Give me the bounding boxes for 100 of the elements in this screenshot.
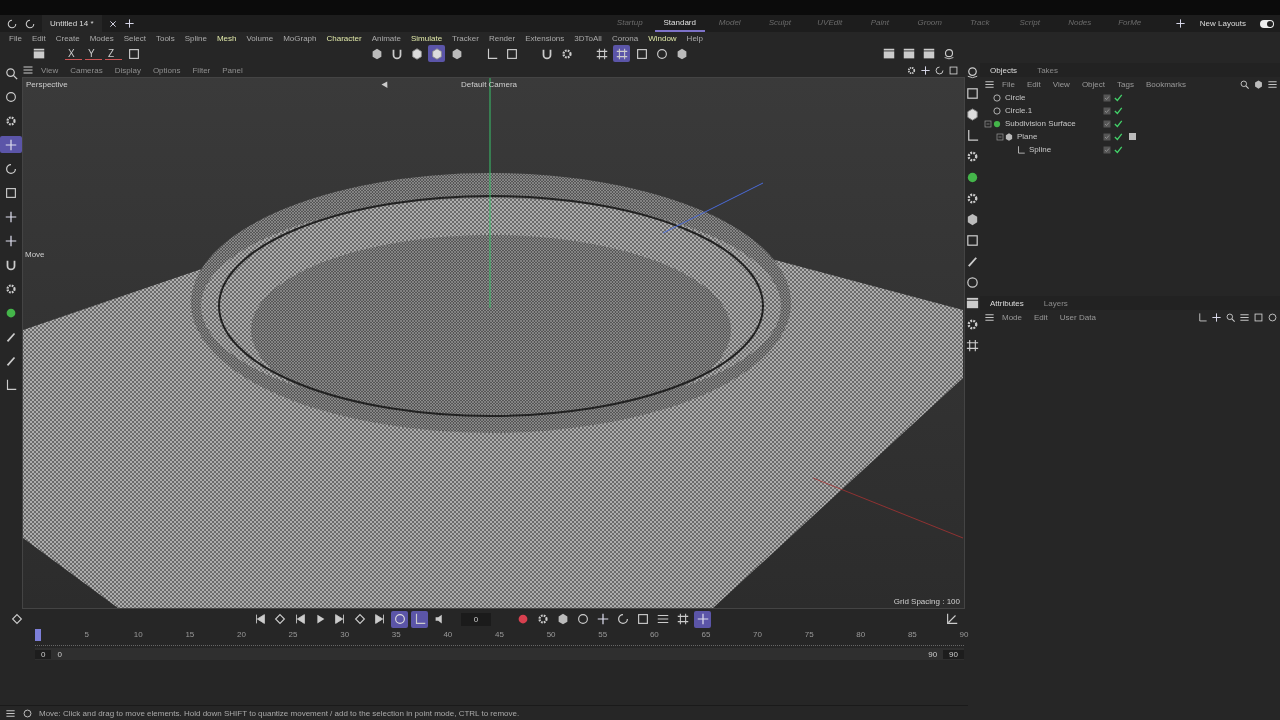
grid-icon[interactable] (965, 338, 980, 354)
timeline-graph-icon[interactable] (944, 612, 959, 627)
panel-tab[interactable]: Layers (1033, 298, 1078, 308)
menu-item[interactable]: File (997, 79, 1020, 89)
menu-item[interactable]: Help (681, 33, 709, 43)
frame-field[interactable]: 0 (461, 612, 491, 626)
model-mode-button[interactable] (428, 45, 445, 63)
document-tab[interactable]: Untitled 14 * (42, 15, 102, 33)
playhead-handle[interactable] (35, 629, 41, 642)
enabled-check-icon[interactable] (1113, 118, 1123, 129)
camera-label[interactable]: Default Camera (461, 80, 518, 90)
tree-item[interactable]: Spline (984, 143, 1280, 157)
plus-icon[interactable] (123, 18, 135, 30)
panel-tab[interactable]: Attributes (980, 298, 1034, 308)
select-tool-icon[interactable] (4, 89, 18, 104)
menu-item[interactable]: Render (483, 33, 521, 43)
menu-item[interactable]: Tracker (447, 33, 484, 43)
undo-icon[interactable] (6, 17, 18, 30)
menu-item[interactable]: Mode (997, 312, 1027, 322)
menu-icon[interactable] (984, 311, 995, 323)
rotate-tool-icon[interactable] (4, 161, 18, 176)
menu-item[interactable]: Corona (606, 33, 644, 43)
render-settings-icon[interactable] (921, 46, 936, 61)
menu-item[interactable]: Tags (1112, 79, 1139, 89)
menu-item[interactable]: Display (109, 65, 146, 75)
menu-item[interactable]: View (36, 65, 64, 75)
rotate-view-icon[interactable] (934, 64, 945, 76)
menu-item[interactable]: Edit (1029, 312, 1053, 322)
snap-button[interactable] (613, 45, 630, 63)
tree-item[interactable]: Plane (984, 130, 1280, 144)
axis-lock-button[interactable]: Z (105, 47, 122, 60)
previous-key-icon[interactable] (272, 612, 287, 627)
menu-icon[interactable] (5, 707, 16, 719)
menu-item[interactable]: Create (50, 33, 85, 43)
preview-end-field[interactable]: 90 (922, 649, 944, 659)
menu-item[interactable]: Bookmarks (1140, 79, 1191, 89)
move-tool-button[interactable] (0, 136, 22, 154)
square-icon[interactable] (965, 86, 980, 102)
layout-menu[interactable]: New Layouts (1199, 19, 1246, 29)
next-frame-icon[interactable] (332, 612, 347, 627)
collapse-icon[interactable] (984, 119, 992, 128)
layer-checkbox[interactable] (1103, 145, 1111, 154)
menu-item[interactable]: Edit (26, 33, 51, 43)
tree-item[interactable]: Subdivision Surface (984, 117, 1280, 131)
range-start-field[interactable]: 0 (35, 649, 52, 659)
menu-item[interactable]: Filter (187, 65, 216, 75)
menu-item[interactable]: View (1047, 79, 1075, 89)
enabled-check-icon[interactable] (1113, 131, 1123, 142)
go-to-end-icon[interactable] (372, 612, 387, 627)
axis-lock-button[interactable]: Y (85, 47, 102, 60)
plus-icon[interactable] (1174, 18, 1186, 30)
menu-item[interactable]: 3DToAll (569, 33, 607, 43)
menu-item[interactable]: Character (321, 33, 367, 43)
toggle-switch[interactable] (1260, 19, 1274, 28)
circle-icon[interactable] (1267, 311, 1278, 323)
layer-checkbox[interactable] (1103, 132, 1111, 141)
redo-icon[interactable] (24, 17, 36, 30)
next-key-icon[interactable] (352, 612, 367, 627)
collapse-icon[interactable] (996, 132, 1004, 141)
range-end-field[interactable]: 90 (943, 649, 964, 659)
menu-item[interactable]: Edit (1021, 79, 1046, 89)
panel-tab[interactable]: Objects (980, 65, 1028, 75)
axis-lock-button[interactable]: X (65, 47, 82, 60)
menu-item[interactable]: Tools (150, 33, 180, 43)
menu-item[interactable]: Cameras (65, 65, 108, 75)
filter-icon[interactable] (1267, 78, 1278, 90)
tree-item[interactable]: Circle.1 (984, 104, 1280, 118)
menu-item[interactable]: Panel (217, 65, 248, 75)
menu-item[interactable]: File (4, 33, 27, 43)
menu-item[interactable]: Extensions (520, 33, 570, 43)
loop-button[interactable] (391, 610, 408, 628)
menu-item[interactable]: Volume (241, 33, 279, 43)
move-view-icon[interactable] (920, 64, 931, 76)
search-icon[interactable] (3, 66, 19, 82)
search-icon[interactable] (1239, 78, 1250, 90)
menu-item[interactable]: Mesh (211, 33, 242, 43)
view-name-label[interactable]: Perspective (26, 80, 68, 90)
menu-item[interactable]: Object (1076, 79, 1110, 89)
menu-item[interactable]: Modes (84, 33, 119, 43)
render-icon[interactable] (901, 46, 916, 61)
keyframe-icon[interactable] (9, 612, 24, 627)
menu-item[interactable]: Select (118, 33, 151, 43)
layer-checkbox[interactable] (1103, 106, 1111, 115)
layer-checkbox[interactable] (1103, 93, 1111, 102)
circle-icon[interactable] (965, 275, 980, 291)
preview-start-field[interactable]: 0 (51, 649, 68, 659)
menu-icon[interactable] (984, 78, 995, 90)
grid-icon[interactable] (594, 46, 609, 61)
maximize-icon[interactable] (948, 64, 959, 76)
menu-item[interactable]: Simulate (406, 33, 448, 43)
search-icon[interactable] (1225, 311, 1236, 323)
enabled-check-icon[interactable] (1113, 144, 1123, 155)
brush-icon[interactable] (965, 254, 980, 270)
scale-tool-icon[interactable] (4, 185, 18, 200)
menu-item[interactable]: MoGraph (278, 33, 322, 43)
filter-icon[interactable] (1239, 311, 1250, 323)
enabled-check-icon[interactable] (1113, 92, 1123, 103)
range-button[interactable] (411, 610, 428, 628)
menu-item[interactable]: Spline (179, 33, 212, 43)
square-icon[interactable] (965, 233, 980, 249)
